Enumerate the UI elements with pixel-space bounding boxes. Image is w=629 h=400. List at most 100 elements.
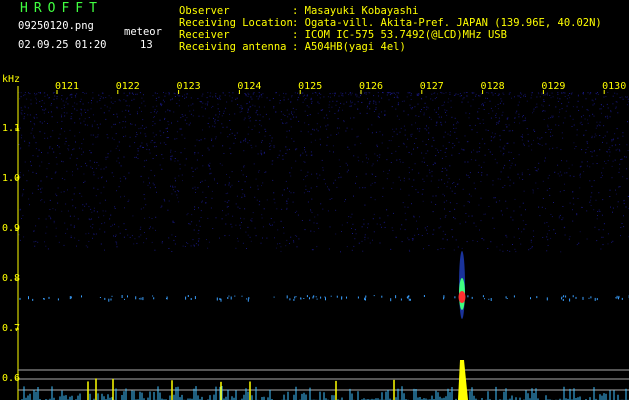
carrier-speck bbox=[618, 297, 619, 300]
carrier-speck bbox=[190, 298, 192, 300]
carrier-speck bbox=[219, 298, 221, 300]
carrier-speck bbox=[230, 296, 232, 300]
carrier-speck bbox=[69, 296, 71, 300]
carrier-speck bbox=[330, 295, 332, 297]
freq-tick-label: 0.8 bbox=[2, 273, 21, 284]
carrier-speck bbox=[505, 296, 507, 299]
time-tick-label: 0124 bbox=[237, 81, 262, 92]
time-tick-label: 0127 bbox=[419, 81, 444, 92]
carrier-speck bbox=[294, 296, 296, 299]
carrier-speck bbox=[423, 295, 425, 297]
time-tick-label: 0129 bbox=[541, 81, 566, 92]
carrier-speck bbox=[153, 297, 155, 300]
carrier-speck bbox=[315, 296, 317, 298]
carrier-speck bbox=[616, 295, 618, 298]
carrier-speck bbox=[582, 296, 584, 300]
carrier-speck bbox=[81, 295, 82, 298]
carrier-speck bbox=[43, 298, 45, 300]
carrier-speck bbox=[313, 295, 315, 298]
time-tick-label: 0130 bbox=[602, 81, 627, 92]
freq-tick-label: 1.1 bbox=[2, 123, 21, 134]
carrier-speck bbox=[513, 295, 515, 298]
carrier-speck bbox=[530, 297, 531, 300]
carrier-speck bbox=[621, 297, 623, 300]
carrier-speck bbox=[320, 296, 322, 299]
carrier-speck bbox=[194, 296, 196, 300]
hrofft-screen: HROFFT 09250120.png 02.09.25 01:20 meteo… bbox=[0, 0, 629, 400]
carrier-speck bbox=[306, 295, 308, 298]
noise-field bbox=[18, 92, 629, 253]
carrier-speck bbox=[142, 297, 144, 301]
carrier-speck bbox=[185, 296, 187, 300]
carrier-speck bbox=[152, 295, 154, 297]
meteor-echo-head bbox=[458, 291, 466, 303]
carrier-speck bbox=[241, 295, 243, 297]
time-tick-label: 0126 bbox=[358, 81, 384, 92]
carrier-speck bbox=[484, 298, 485, 300]
spectrogram-plot bbox=[15, 86, 629, 400]
carrier-speck bbox=[408, 298, 410, 301]
carrier-speck bbox=[19, 297, 21, 300]
time-tick-label: 0128 bbox=[480, 81, 505, 92]
carrier-speck bbox=[316, 298, 318, 300]
carrier-speck bbox=[135, 296, 137, 300]
carrier-speck bbox=[615, 297, 617, 299]
carrier-speck bbox=[563, 295, 565, 298]
carrier-speck bbox=[596, 298, 598, 301]
carrier-speck bbox=[99, 297, 101, 298]
carrier-speck bbox=[546, 297, 548, 301]
carrier-speck bbox=[454, 296, 456, 299]
carrier-speck bbox=[390, 298, 392, 302]
carrier-speck bbox=[561, 297, 563, 300]
carrier-speck bbox=[57, 298, 59, 301]
carrier-speck bbox=[246, 298, 248, 300]
carrier-speck bbox=[293, 298, 295, 301]
carrier-speck bbox=[220, 298, 222, 302]
carrier-speck bbox=[506, 298, 508, 299]
carrier-speck bbox=[108, 298, 110, 302]
meteor-baseline-spike bbox=[458, 360, 468, 400]
carrier-speck bbox=[407, 295, 409, 299]
carrier-speck bbox=[325, 297, 326, 301]
carrier-speck bbox=[488, 298, 490, 300]
carrier-speck bbox=[140, 297, 142, 300]
frequency-unit-label: kHz bbox=[2, 74, 21, 85]
time-tick-label: 0123 bbox=[176, 81, 201, 92]
carrier-speck bbox=[121, 295, 123, 298]
freq-tick-label: 0.7 bbox=[2, 323, 21, 334]
carrier-speck bbox=[565, 295, 567, 298]
carrier-speck bbox=[228, 295, 230, 297]
freq-tick-label: 0.6 bbox=[2, 373, 21, 384]
carrier-speck bbox=[227, 297, 229, 299]
carrier-speck bbox=[336, 295, 338, 298]
carrier-speck bbox=[289, 298, 291, 301]
carrier-speck bbox=[104, 297, 106, 300]
carrier-speck bbox=[364, 298, 366, 300]
carrier-speck bbox=[70, 296, 72, 299]
carrier-speck bbox=[341, 297, 343, 300]
carrier-speck bbox=[110, 298, 112, 301]
carrier-speck bbox=[216, 297, 218, 301]
time-tick-label: 0122 bbox=[115, 81, 140, 92]
carrier-speck bbox=[247, 298, 249, 302]
carrier-speck bbox=[166, 298, 167, 299]
carrier-speck bbox=[303, 298, 305, 299]
carrier-speck bbox=[562, 299, 564, 301]
carrier-speck bbox=[127, 295, 128, 298]
carrier-speck bbox=[594, 297, 596, 301]
carrier-speck bbox=[616, 297, 618, 299]
carrier-speck bbox=[471, 296, 473, 299]
carrier-speck bbox=[490, 298, 492, 301]
carrier-speck bbox=[373, 295, 375, 297]
carrier-speck bbox=[32, 298, 34, 301]
carrier-speck bbox=[187, 295, 189, 297]
carrier-speck bbox=[575, 296, 577, 299]
carrier-speck bbox=[28, 296, 29, 300]
carrier-speck bbox=[300, 297, 302, 300]
carrier-speck bbox=[409, 298, 411, 301]
carrier-speck bbox=[138, 298, 140, 300]
carrier-speck bbox=[482, 295, 484, 298]
carrier-speck bbox=[467, 295, 469, 298]
carrier-speck bbox=[569, 298, 571, 302]
carrier-speck bbox=[400, 298, 402, 301]
